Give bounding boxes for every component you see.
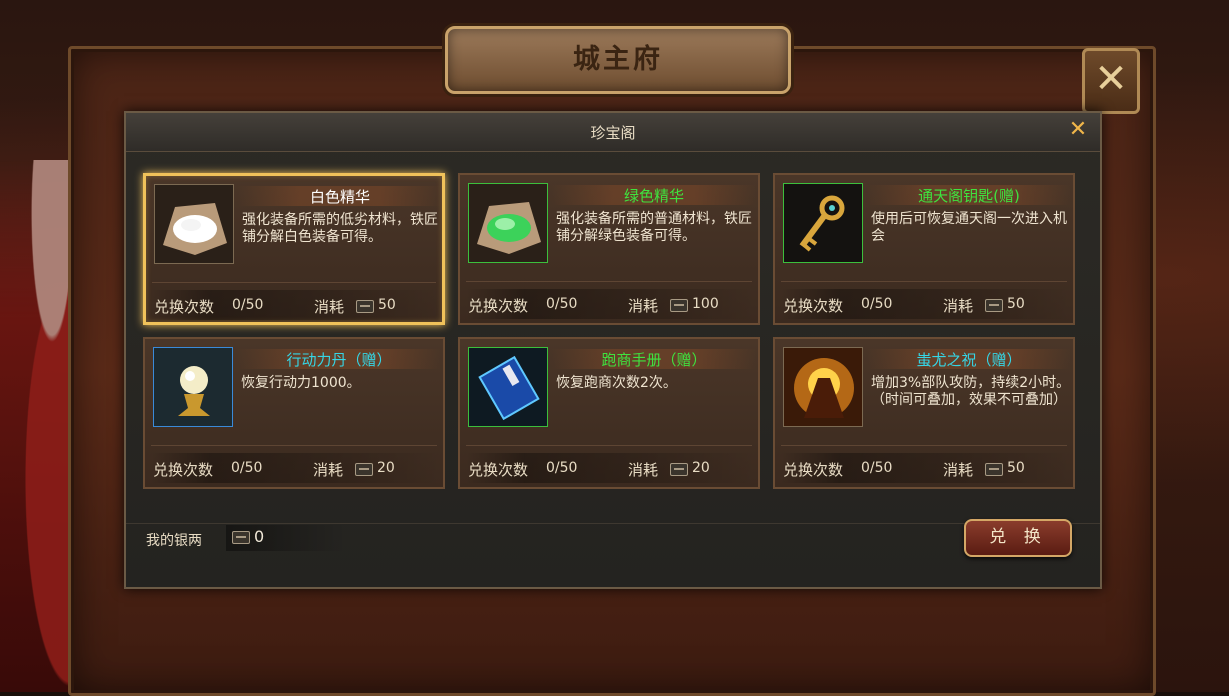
cost-value: 50 bbox=[1007, 296, 1025, 312]
divider bbox=[466, 445, 752, 446]
item-card-golden-key[interactable]: 通天阁钥匙(赠) 使用后可恢复通天阁一次进入机会 兑换次数 0/50 消耗 50 bbox=[773, 173, 1075, 325]
exchange-count-value: 0/50 bbox=[861, 296, 893, 312]
item-card-white-essence[interactable]: 白色精华 强化装备所需的低劣材料，铁匠铺分解白色装备可得。 兑换次数 0/50 … bbox=[143, 173, 445, 325]
divider bbox=[151, 445, 437, 446]
silver-coin-icon bbox=[355, 463, 373, 476]
cost-value: 20 bbox=[692, 460, 710, 476]
item-name: 行动力丹（赠） bbox=[237, 349, 441, 369]
exchange-count-value: 0/50 bbox=[231, 460, 263, 476]
cost-label: 消耗 bbox=[314, 298, 345, 316]
divider bbox=[466, 281, 752, 282]
item-description: 使用后可恢复通天阁一次进入机会 bbox=[871, 211, 1067, 244]
dialog-header: 珍宝阁 ✕ bbox=[126, 113, 1100, 152]
item-name: 跑商手册（赠） bbox=[552, 349, 756, 369]
item-name: 通天阁钥匙(赠) bbox=[867, 185, 1071, 205]
cost-value: 50 bbox=[1007, 460, 1025, 476]
exchange-count-value: 0/50 bbox=[232, 297, 264, 313]
item-stats-row: 兑换次数 0/50 消耗 50 bbox=[152, 290, 442, 320]
green-essence-icon bbox=[468, 183, 548, 263]
silver-coin-icon bbox=[670, 463, 688, 476]
cost-label: 消耗 bbox=[628, 461, 659, 479]
trade-manual-icon bbox=[468, 347, 548, 427]
item-name: 绿色精华 bbox=[552, 185, 756, 205]
item-stats-row: 兑换次数 0/50 消耗 50 bbox=[781, 453, 1071, 483]
item-description: 强化装备所需的普通材料，铁匠铺分解绿色装备可得。 bbox=[556, 211, 752, 244]
cost-value: 100 bbox=[692, 296, 719, 312]
golden-key-icon bbox=[783, 183, 863, 263]
city-lord-title: 城主府 bbox=[445, 26, 791, 94]
exchange-count-label: 兑换次数 bbox=[153, 461, 214, 479]
item-description: 恢复跑商次数2次。 bbox=[556, 375, 677, 391]
exchange-count-label: 兑换次数 bbox=[468, 297, 529, 315]
footer-divider bbox=[126, 523, 1100, 524]
exchange-button[interactable]: 兑 换 bbox=[964, 519, 1072, 557]
divider bbox=[152, 282, 436, 283]
cost-value: 20 bbox=[377, 460, 395, 476]
divider bbox=[781, 445, 1067, 446]
silver-coin-icon bbox=[356, 300, 374, 313]
chiyou-blessing-icon bbox=[783, 347, 863, 427]
dialog-title: 珍宝阁 bbox=[590, 124, 636, 142]
my-silver-label: 我的银两 bbox=[146, 533, 202, 549]
silver-coin-icon bbox=[985, 299, 1003, 312]
item-description: 增加3%部队攻防，持续2小时。（时间可叠加，效果不可叠加） bbox=[871, 375, 1071, 408]
silver-coin-icon bbox=[670, 299, 688, 312]
item-stats-row: 兑换次数 0/50 消耗 50 bbox=[781, 289, 1071, 319]
exchange-count-value: 0/50 bbox=[546, 460, 578, 476]
exchange-count-label: 兑换次数 bbox=[468, 461, 529, 479]
item-card-trade-manual[interactable]: 跑商手册（赠） 恢复跑商次数2次。 兑换次数 0/50 消耗 20 bbox=[458, 337, 760, 489]
item-stats-row: 兑换次数 0/50 消耗 100 bbox=[466, 289, 756, 319]
treasure-dialog: 珍宝阁 ✕ 白色精华 强化装备所需的低劣材料，铁匠铺分解白色装备可得。 兑换次数… bbox=[124, 111, 1102, 589]
cost-label: 消耗 bbox=[943, 297, 974, 315]
stamina-pill-icon bbox=[153, 347, 233, 427]
exchange-count-value: 0/50 bbox=[861, 460, 893, 476]
item-description: 恢复行动力1000。 bbox=[241, 375, 361, 391]
my-silver-value: 0 bbox=[254, 527, 265, 546]
exchange-count-label: 兑换次数 bbox=[783, 297, 844, 315]
item-name: 白色精华 bbox=[238, 186, 442, 206]
outer-close-icon[interactable]: ✕ bbox=[1082, 48, 1140, 114]
item-card-stamina-pill[interactable]: 行动力丹（赠） 恢复行动力1000。 兑换次数 0/50 消耗 20 bbox=[143, 337, 445, 489]
cost-label: 消耗 bbox=[943, 461, 974, 479]
white-essence-icon bbox=[154, 184, 234, 264]
dialog-close-icon[interactable]: ✕ bbox=[1066, 118, 1090, 142]
item-card-chiyou-blessing[interactable]: 蚩尤之祝（赠） 增加3%部队攻防，持续2小时。（时间可叠加，效果不可叠加） 兑换… bbox=[773, 337, 1075, 489]
divider bbox=[781, 281, 1067, 282]
exchange-count-value: 0/50 bbox=[546, 296, 578, 312]
cost-label: 消耗 bbox=[628, 297, 659, 315]
cost-label: 消耗 bbox=[313, 461, 344, 479]
cost-value: 50 bbox=[378, 297, 396, 313]
item-stats-row: 兑换次数 0/50 消耗 20 bbox=[466, 453, 756, 483]
item-name: 蚩尤之祝（赠） bbox=[867, 349, 1071, 369]
silver-coin-icon bbox=[232, 531, 250, 544]
item-description: 强化装备所需的低劣材料，铁匠铺分解白色装备可得。 bbox=[242, 212, 438, 245]
exchange-count-label: 兑换次数 bbox=[783, 461, 844, 479]
item-card-green-essence[interactable]: 绿色精华 强化装备所需的普通材料，铁匠铺分解绿色装备可得。 兑换次数 0/50 … bbox=[458, 173, 760, 325]
silver-coin-icon bbox=[985, 463, 1003, 476]
item-stats-row: 兑换次数 0/50 消耗 20 bbox=[151, 453, 441, 483]
exchange-count-label: 兑换次数 bbox=[154, 298, 215, 316]
